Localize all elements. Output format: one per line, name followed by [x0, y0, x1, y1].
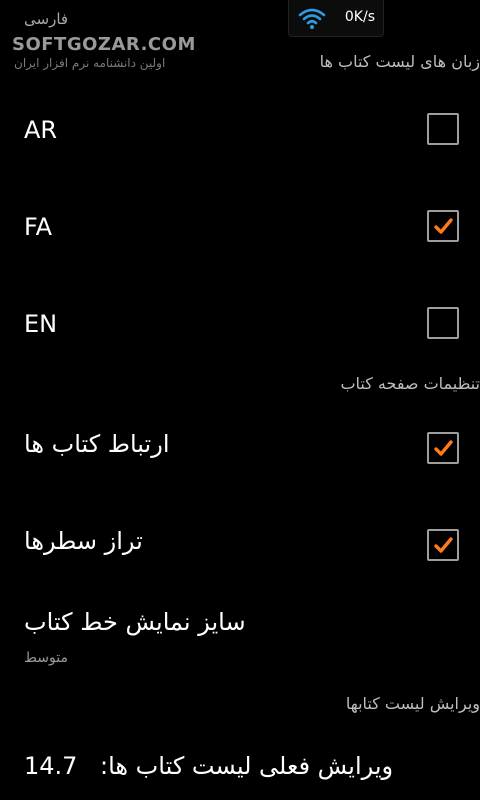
checkbox[interactable]	[427, 210, 459, 242]
network-speed-indicator: 0K/s	[288, 0, 384, 37]
category-languages: زبان های لیست کتاب ها	[319, 52, 480, 71]
font-size-label: سایز نمایش خط کتاب	[24, 608, 246, 636]
language-row-fa[interactable]: FA	[0, 178, 480, 274]
font-size-value: متوسط	[24, 650, 68, 666]
wifi-icon	[298, 8, 326, 29]
link-books-label: ارتباط کتاب ها	[24, 430, 170, 458]
link-books-row[interactable]: ارتباط کتاب ها	[0, 400, 480, 496]
current-list-version-value: 14.7	[24, 752, 78, 780]
network-speed: 0K/s	[344, 9, 375, 25]
current-list-version-label: ویرایش فعلی لیست کتاب ها:	[100, 752, 394, 780]
justify-lines-label: تراز سطرها	[24, 527, 143, 555]
top-area: فارسی SOFTGOZAR.COM اولین دانشنامه نرم ا…	[0, 0, 480, 70]
previous-setting-summary: فارسی	[24, 10, 69, 28]
font-size-row[interactable]: سایز نمایش خط کتاب متوسط	[0, 594, 480, 684]
language-label: AR	[24, 116, 58, 144]
category-list-edit: ویرایش لیست کتابها	[345, 694, 480, 713]
language-row-en[interactable]: EN	[0, 275, 480, 371]
check-icon	[434, 218, 453, 234]
watermark-title: SOFTGOZAR.COM	[12, 34, 196, 55]
check-icon	[434, 537, 453, 553]
watermark-subtitle: اولین دانشنامه نرم افزار ایران	[14, 56, 166, 70]
language-label: FA	[24, 213, 53, 241]
language-label: EN	[24, 310, 58, 338]
checkbox[interactable]	[427, 307, 459, 339]
current-list-version-row[interactable]: 14.7 ویرایش فعلی لیست کتاب ها:	[0, 730, 480, 800]
language-row-ar[interactable]: AR	[0, 81, 480, 177]
checkbox[interactable]	[427, 113, 459, 145]
justify-lines-row[interactable]: تراز سطرها	[0, 497, 480, 593]
category-book-settings: تنظیمات صفحه کتاب	[340, 374, 480, 393]
checkbox[interactable]	[427, 529, 459, 561]
check-icon	[434, 440, 453, 456]
checkbox[interactable]	[427, 432, 459, 464]
